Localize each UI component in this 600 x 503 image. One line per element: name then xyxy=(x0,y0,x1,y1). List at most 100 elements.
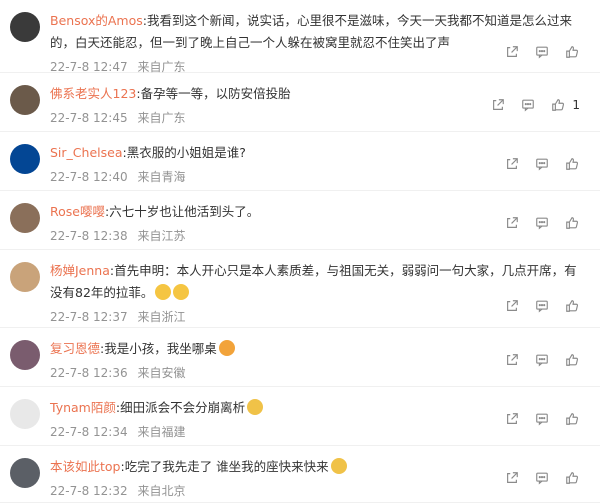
comment-date: 22-7-8 12:38 xyxy=(50,229,128,243)
comment-meta: 22-7-8 12:40 来自青海 xyxy=(50,168,580,186)
comment-actions xyxy=(504,44,580,60)
comment-text: 杨婵Jenna:首先申明：本人开心只是本人素质差，与祖国无关，弱弱问一句大家，几… xyxy=(50,260,580,304)
comment-actions xyxy=(504,470,580,486)
comment-location: 来自青海 xyxy=(137,170,186,184)
share-icon[interactable] xyxy=(504,44,520,60)
comment-location: 来自浙江 xyxy=(137,310,186,324)
username-link[interactable]: 复习恩德 xyxy=(50,341,100,356)
emoji-icon xyxy=(330,458,347,474)
comment-body: Bensox的Amos:我看到这个新闻，说实话，心里很不是滋味，今天一天我都不知… xyxy=(50,10,580,76)
share-icon[interactable] xyxy=(504,156,520,172)
thumbs-up-icon[interactable] xyxy=(564,298,580,314)
emoji-group xyxy=(153,284,190,300)
avatar[interactable] xyxy=(10,12,40,42)
comment-body: Sir_Chelsea:黑衣服的小姐姐是谁? 22-7-8 12:40 来自青海 xyxy=(50,142,580,186)
avatar[interactable] xyxy=(10,399,40,429)
comment-icon[interactable] xyxy=(534,298,550,314)
share-icon[interactable] xyxy=(504,352,520,368)
like-count: 1 xyxy=(572,98,580,112)
thumbs-up-icon[interactable] xyxy=(564,44,580,60)
comment-location: 来自广东 xyxy=(137,111,186,125)
comment-item: Sir_Chelsea:黑衣服的小姐姐是谁? 22-7-8 12:40 来自青海 xyxy=(0,132,600,191)
comment-item: 复习恩德:我是小孩，我坐哪桌 22-7-8 12:36 来自安徽 xyxy=(0,328,600,387)
thumbs-up-icon[interactable] xyxy=(564,411,580,427)
share-icon[interactable] xyxy=(504,298,520,314)
avatar[interactable] xyxy=(10,340,40,370)
comment-date: 22-7-8 12:37 xyxy=(50,310,128,324)
comment-meta: 22-7-8 12:37 来自浙江 xyxy=(50,308,580,326)
comment-body: 复习恩德:我是小孩，我坐哪桌 22-7-8 12:36 来自安徽 xyxy=(50,338,580,382)
comment-icon[interactable] xyxy=(534,411,550,427)
comment-body: Tynam陌颜:细田派会不会分崩离析 22-7-8 12:34 来自福建 xyxy=(50,397,580,441)
username-link[interactable]: 本该如此top xyxy=(50,459,120,474)
comment-icon[interactable] xyxy=(534,215,550,231)
comment-body: 本该如此top:吃完了我先走了 谁坐我的座快来快来 22-7-8 12:32 来… xyxy=(50,456,580,500)
username-link[interactable]: Rose嘤嘤 xyxy=(50,204,105,219)
comment-icon[interactable] xyxy=(534,470,550,486)
avatar[interactable] xyxy=(10,144,40,174)
comment-actions xyxy=(504,352,580,368)
thumbs-up-icon[interactable] xyxy=(564,470,580,486)
comment-content: 备孕等一等，以防安倍投胎 xyxy=(140,86,291,101)
comment-actions xyxy=(504,411,580,427)
comment-body: Rose嘤嘤:六七十岁也让他活到头了。 22-7-8 12:38 来自江苏 xyxy=(50,201,580,245)
username-link[interactable]: 杨婵Jenna xyxy=(50,263,110,278)
comment-meta: 22-7-8 12:34 来自福建 xyxy=(50,423,580,441)
emoji-icon xyxy=(155,284,172,300)
comment-icon[interactable] xyxy=(534,352,550,368)
comment-text: Rose嘤嘤:六七十岁也让他活到头了。 xyxy=(50,201,580,223)
comment-location: 来自江苏 xyxy=(137,229,186,243)
share-icon[interactable] xyxy=(504,411,520,427)
comment-text: 复习恩德:我是小孩，我坐哪桌 xyxy=(50,338,580,360)
comment-actions xyxy=(504,215,580,231)
comment-date: 22-7-8 12:47 xyxy=(50,60,128,74)
username-link[interactable]: Sir_Chelsea xyxy=(50,145,122,160)
comment-location: 来自福建 xyxy=(137,425,186,439)
thumbs-up-icon[interactable] xyxy=(550,97,566,113)
username-link[interactable]: Bensox的Amos xyxy=(50,13,143,28)
comment-actions xyxy=(504,156,580,172)
comment-content: 吃完了我先走了 谁坐我的座快来快来 xyxy=(124,459,329,474)
comment-item: 佛系老实人123:备孕等一等，以防安倍投胎 22-7-8 12:45 来自广东 … xyxy=(0,73,600,132)
avatar[interactable] xyxy=(10,458,40,488)
comment-meta: 22-7-8 12:38 来自江苏 xyxy=(50,227,580,245)
avatar[interactable] xyxy=(10,262,40,292)
comment-item: Bensox的Amos:我看到这个新闻，说实话，心里很不是滋味，今天一天我都不知… xyxy=(0,0,600,76)
share-icon[interactable] xyxy=(490,97,506,113)
emoji-group xyxy=(329,458,347,474)
thumbs-up-icon[interactable] xyxy=(564,352,580,368)
comment-icon[interactable] xyxy=(520,97,536,113)
comment-text: Bensox的Amos:我看到这个新闻，说实话，心里很不是滋味，今天一天我都不知… xyxy=(50,10,580,54)
avatar[interactable] xyxy=(10,85,40,115)
comment-content: 细田派会不会分崩离析 xyxy=(120,400,246,415)
comment-date: 22-7-8 12:34 xyxy=(50,425,128,439)
comment-meta: 22-7-8 12:32 来自北京 xyxy=(50,482,580,500)
comment-list: Bensox的Amos:我看到这个新闻，说实话，心里很不是滋味，今天一天我都不知… xyxy=(0,0,600,503)
comment-content: 首先申明：本人开心只是本人素质差，与祖国无关，弱弱问一句大家，几点开席，有没有8… xyxy=(50,263,577,300)
comment-text: 本该如此top:吃完了我先走了 谁坐我的座快来快来 xyxy=(50,456,580,478)
avatar[interactable] xyxy=(10,203,40,233)
comment-date: 22-7-8 12:36 xyxy=(50,366,128,380)
username-link[interactable]: Tynam陌颜 xyxy=(50,400,116,415)
comment-item: Rose嘤嘤:六七十岁也让他活到头了。 22-7-8 12:38 来自江苏 xyxy=(0,191,600,250)
thumbs-up-icon[interactable] xyxy=(564,215,580,231)
share-icon[interactable] xyxy=(504,215,520,231)
comment-item: Tynam陌颜:细田派会不会分崩离析 22-7-8 12:34 来自福建 xyxy=(0,387,600,446)
emoji-icon xyxy=(247,399,264,415)
thumbs-up-icon[interactable] xyxy=(564,156,580,172)
comment-icon[interactable] xyxy=(534,156,550,172)
emoji-icon xyxy=(218,340,235,356)
emoji-group xyxy=(217,340,235,356)
username-link[interactable]: 佛系老实人123 xyxy=(50,86,136,101)
comment-item: 杨婵Jenna:首先申明：本人开心只是本人素质差，与祖国无关，弱弱问一句大家，几… xyxy=(0,250,600,328)
comment-icon[interactable] xyxy=(534,44,550,60)
comment-content: 我是小孩，我坐哪桌 xyxy=(104,341,217,356)
emoji-group xyxy=(245,399,264,415)
comment-text: Tynam陌颜:细田派会不会分崩离析 xyxy=(50,397,580,419)
share-icon[interactable] xyxy=(504,470,520,486)
comment-location: 来自北京 xyxy=(137,484,186,498)
comment-date: 22-7-8 12:40 xyxy=(50,170,128,184)
comment-date: 22-7-8 12:45 xyxy=(50,111,128,125)
comment-content: 黑衣服的小姐姐是谁? xyxy=(126,145,246,160)
comment-body: 杨婵Jenna:首先申明：本人开心只是本人素质差，与祖国无关，弱弱问一句大家，几… xyxy=(50,260,580,326)
